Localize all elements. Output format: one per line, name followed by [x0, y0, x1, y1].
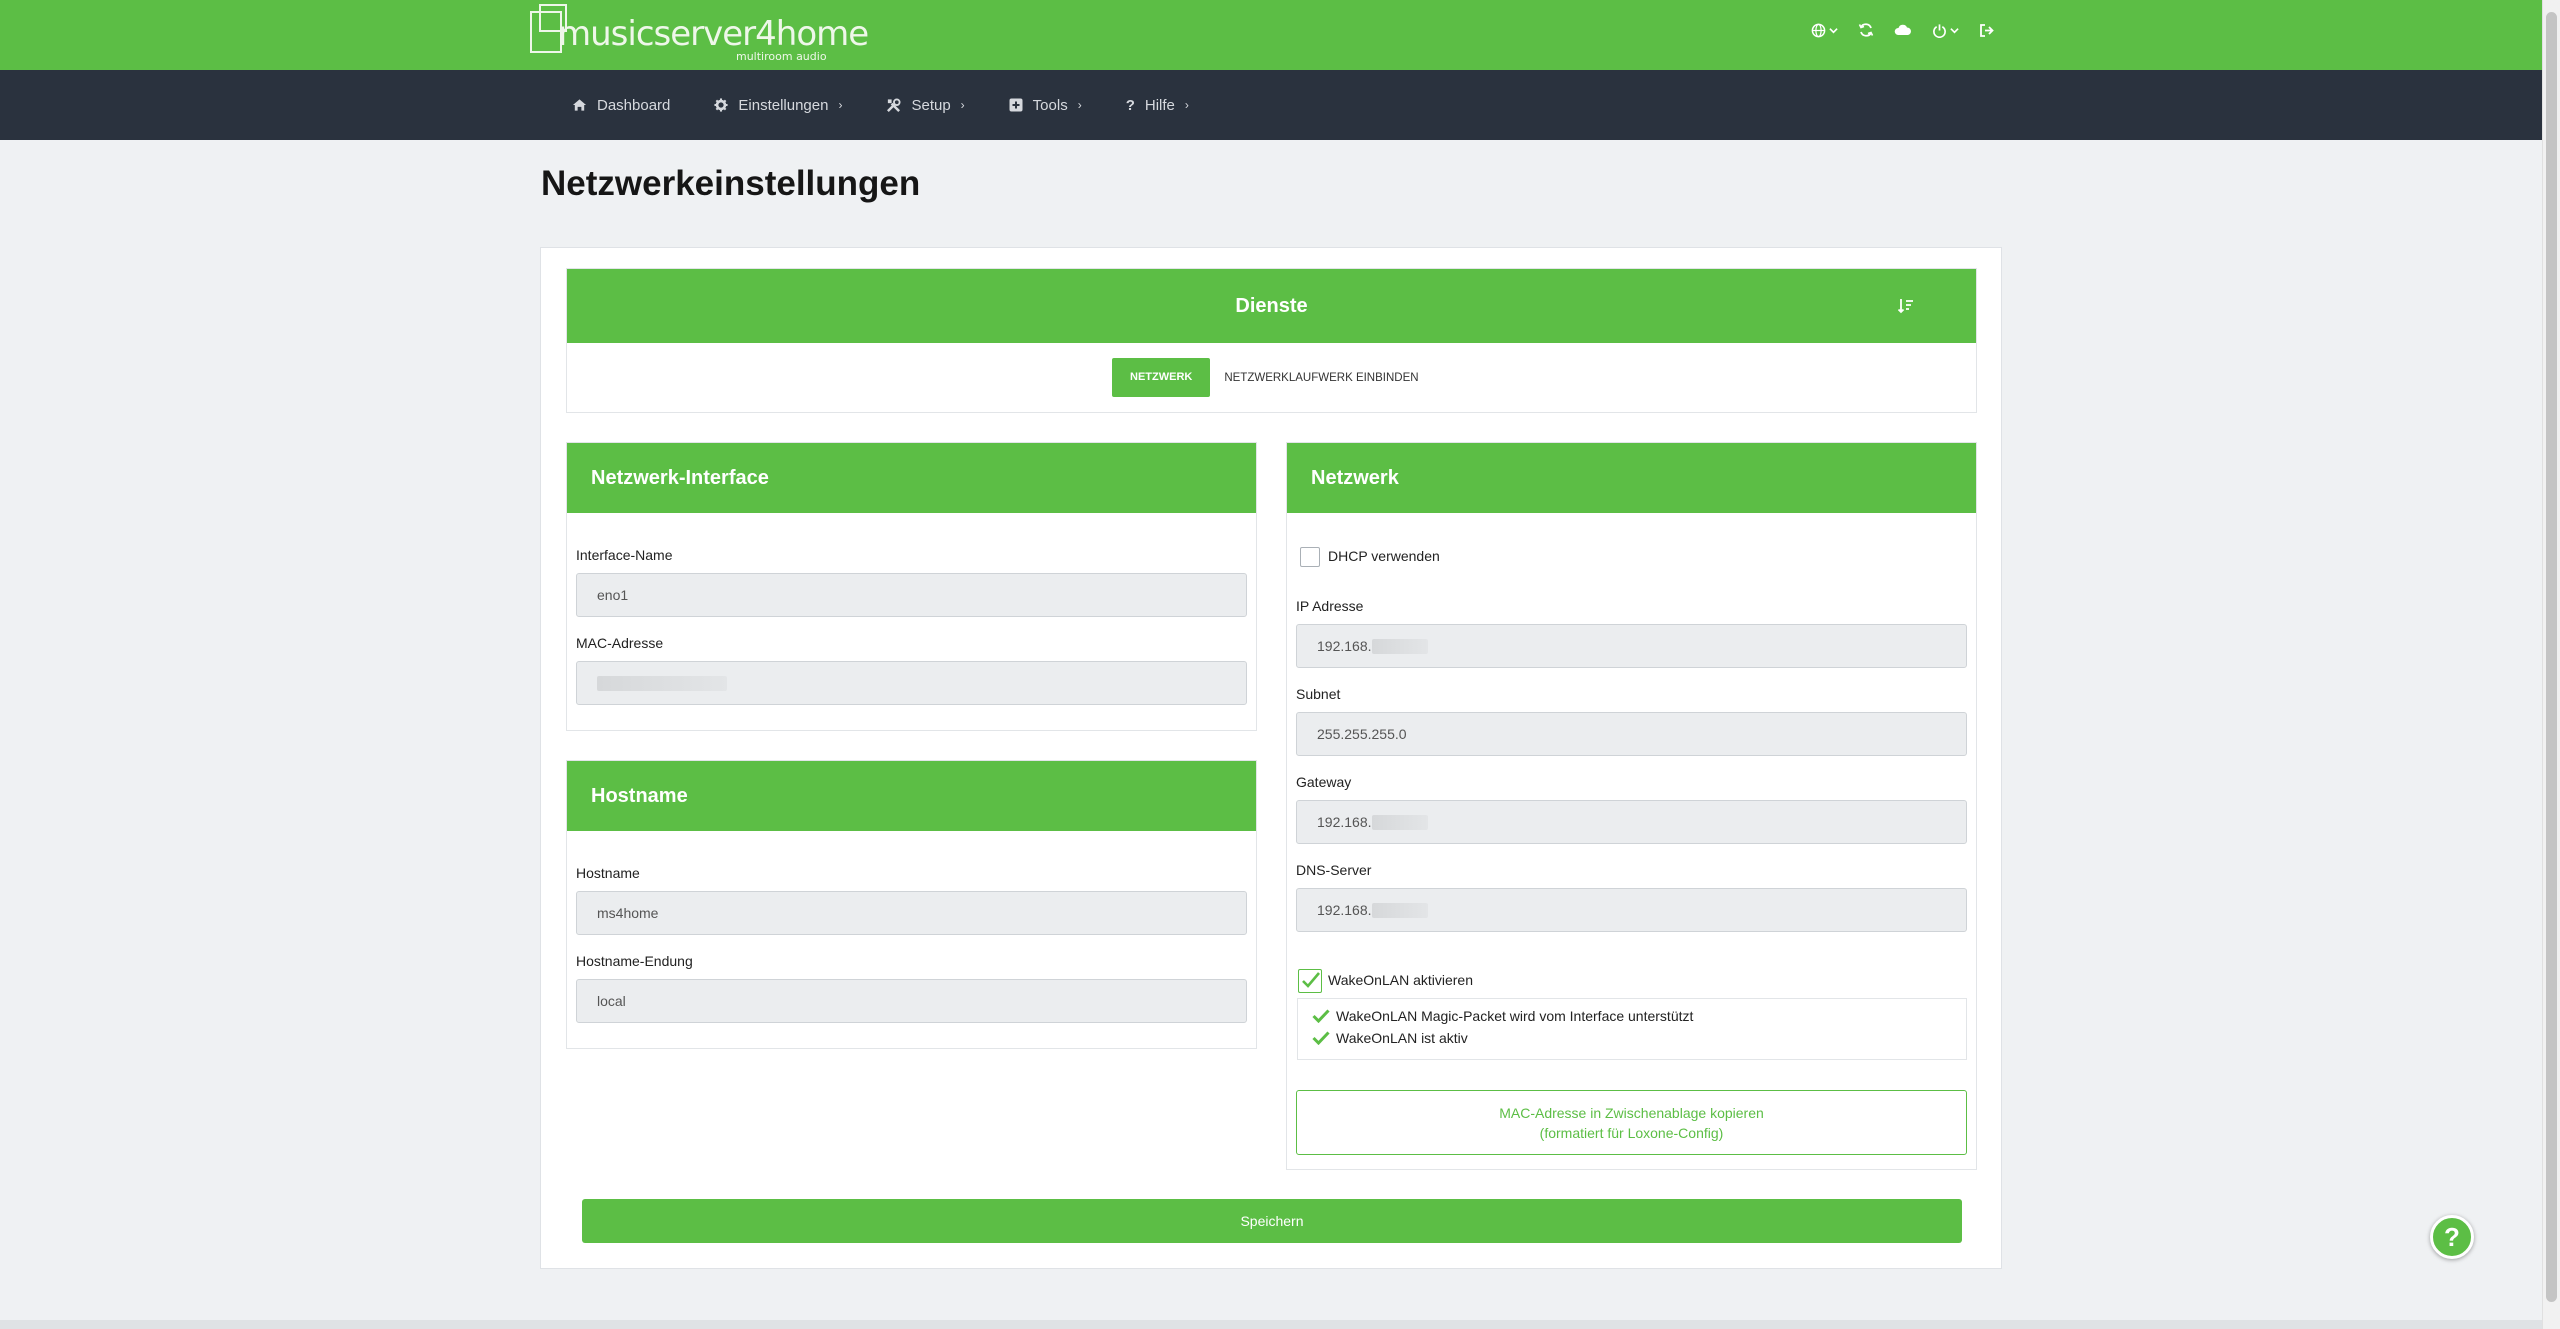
dhcp-label: DHCP verwenden — [1328, 548, 1440, 564]
interface-name-label: Interface-Name — [576, 547, 673, 563]
ip-address-label: IP Adresse — [1296, 598, 1364, 614]
nav-item-label: Dashboard — [597, 96, 671, 114]
scrollbar-thumb[interactable] — [2546, 12, 2557, 1302]
main-navigation: Dashboard Einstellungen › Setup › Tools … — [0, 70, 2542, 140]
power-menu[interactable] — [1932, 23, 1959, 38]
interface-name-value: eno1 — [597, 587, 629, 603]
tab-netzwerk[interactable]: NETZWERK — [1112, 358, 1211, 397]
dienste-header: Dienste — [567, 269, 1976, 343]
page-title: Netzwerkeinstellungen — [541, 164, 921, 203]
chevron-right-icon: › — [1184, 98, 1189, 112]
hostname-suffix-input[interactable]: local — [576, 979, 1247, 1023]
copy-mac-label: MAC-Adresse in Zwischenablage kopieren — [1499, 1104, 1764, 1121]
top-actions — [1811, 22, 1995, 38]
wakeonlan-status-text: WakeOnLAN ist aktiv — [1336, 1030, 1468, 1046]
hostname-value: ms4home — [597, 905, 659, 921]
dns-server-label: DNS-Server — [1296, 862, 1372, 878]
nav-item-dashboard[interactable]: Dashboard — [572, 97, 670, 114]
redacted-mark — [597, 675, 727, 691]
tab-netzwerklaufwerk[interactable]: NETZWERKLAUFWERK EINBINDEN — [1224, 372, 1418, 384]
hostname-title: Hostname — [567, 761, 1256, 831]
dhcp-checkbox[interactable] — [1300, 547, 1320, 567]
gateway-value: 192.168. — [1317, 814, 1372, 830]
home-icon — [572, 99, 587, 111]
language-menu[interactable] — [1811, 23, 1838, 38]
mac-address-label: MAC-Adresse — [576, 635, 664, 651]
hostname-suffix-value: local — [597, 993, 626, 1009]
redacted-mark — [1371, 902, 1428, 918]
redacted-mark — [1371, 638, 1428, 654]
network-title: Netzwerk — [1287, 443, 1976, 513]
subnet-field[interactable]: 255.255.255.0 — [1296, 712, 1967, 756]
sort-icon[interactable] — [1898, 298, 1914, 314]
nav-item-label: Setup — [911, 96, 951, 114]
checkmark-icon — [1302, 972, 1320, 988]
copy-mac-button[interactable]: MAC-Adresse in Zwischenablage kopieren (… — [1296, 1090, 1967, 1155]
copy-mac-sublabel: (formatiert für Loxone-Config) — [1539, 1124, 1724, 1141]
wakeonlan-status-text: WakeOnLAN Magic-Packet wird vom Interfac… — [1336, 1008, 1694, 1024]
check-icon — [1312, 1031, 1330, 1045]
nav-item-label: Tools — [1032, 96, 1068, 114]
chevron-right-icon: › — [1077, 98, 1082, 112]
wakeonlan-status-box: WakeOnLAN Magic-Packet wird vom Interfac… — [1297, 998, 1967, 1060]
dns-server-value: 192.168. — [1317, 902, 1372, 918]
ip-address-value: 192.168. — [1317, 638, 1372, 654]
gateway-field[interactable]: 192.168. — [1296, 800, 1967, 844]
wakeonlan-checkbox[interactable] — [1298, 969, 1322, 993]
wakeonlan-status-item: WakeOnLAN Magic-Packet wird vom Interfac… — [1312, 1008, 1693, 1024]
subnet-value: 255.255.255.0 — [1317, 726, 1407, 742]
cloud-icon — [1894, 24, 1911, 35]
hostname-label: Hostname — [576, 865, 640, 881]
nav-item-setup[interactable]: Setup › — [886, 96, 965, 114]
subnet-label: Subnet — [1296, 686, 1341, 702]
nav-item-hilfe[interactable]: ? Hilfe › — [1126, 97, 1189, 114]
nav-item-label: Hilfe — [1144, 96, 1175, 114]
cloud-button[interactable] — [1894, 23, 1912, 37]
question-icon: ? — [1125, 96, 1135, 114]
gear-icon — [714, 98, 728, 112]
check-icon — [1312, 1009, 1330, 1023]
plus-square-icon — [1009, 98, 1023, 112]
save-button[interactable]: Speichern — [582, 1199, 1962, 1243]
globe-icon — [1811, 23, 1826, 37]
nav-item-tools[interactable]: Tools › — [1009, 97, 1082, 114]
nav-item-label: Einstellungen — [738, 96, 829, 114]
wakeonlan-label: WakeOnLAN aktivieren — [1328, 972, 1473, 988]
logout-button[interactable] — [1979, 23, 1995, 38]
refresh-button[interactable] — [1858, 22, 1874, 38]
footer — [0, 1320, 2542, 1329]
redacted-mark — [1371, 814, 1428, 830]
brand-tagline: multiroom audio — [736, 50, 827, 63]
chevron-down-icon — [1950, 27, 1959, 33]
hostname-input[interactable]: ms4home — [576, 891, 1247, 935]
hostname-suffix-label: Hostname-Endung — [576, 953, 693, 969]
gateway-label: Gateway — [1296, 774, 1352, 790]
mac-address-field[interactable] — [576, 661, 1247, 705]
ip-address-field[interactable]: 192.168. — [1296, 624, 1967, 668]
interface-title: Netzwerk-Interface — [567, 443, 1256, 513]
scrollbar[interactable] — [2542, 0, 2560, 1329]
brand-name: musicserver4home — [558, 14, 869, 54]
nav-item-einstellungen[interactable]: Einstellungen › — [714, 97, 842, 114]
tools-icon — [887, 97, 901, 112]
brand-logo[interactable]: musicserver4home multiroom audio — [530, 4, 869, 66]
help-button[interactable]: ? — [2430, 1215, 2474, 1259]
dienste-title: Dienste — [1235, 294, 1308, 317]
top-header: musicserver4home multiroom audio — [0, 0, 2542, 70]
dienste-tabs: NETZWERK NETZWERKLAUFWERK EINBINDEN — [1112, 358, 1419, 397]
dns-server-field[interactable]: 192.168. — [1296, 888, 1967, 932]
chevron-right-icon: › — [838, 98, 843, 112]
logout-icon — [1980, 23, 1994, 37]
wakeonlan-status-item: WakeOnLAN ist aktiv — [1312, 1030, 1468, 1046]
refresh-icon — [1858, 23, 1874, 37]
power-icon — [1933, 23, 1946, 38]
chevron-down-icon — [1829, 27, 1838, 33]
interface-name-field[interactable]: eno1 — [576, 573, 1247, 617]
chevron-right-icon: › — [960, 98, 965, 112]
